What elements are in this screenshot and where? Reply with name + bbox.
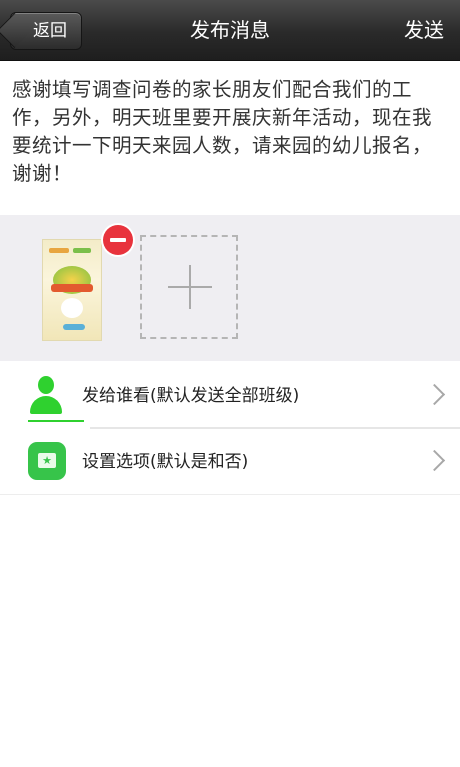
page-title: 发布消息 bbox=[190, 18, 270, 42]
photo-area bbox=[0, 215, 460, 361]
divider bbox=[90, 427, 460, 429]
settings-label: 设置选项(默认是和否) bbox=[82, 452, 249, 472]
recipients-label: 发给谁看(默认发送全部班级) bbox=[82, 386, 300, 406]
minus-circle-icon[interactable] bbox=[103, 225, 133, 255]
message-text[interactable]: 感谢填写调查问卷的家长朋友们配合我们的工作，另外，明天班里要开展庆新年活动，现在… bbox=[12, 76, 448, 188]
chevron-right-icon bbox=[423, 383, 446, 406]
nav-bar: 返回 发布消息 发送 bbox=[0, 0, 460, 61]
chevron-right-icon bbox=[423, 449, 446, 472]
settings-row[interactable]: ★ 设置选项(默认是和否) bbox=[0, 430, 460, 494]
settings-icon: ★ bbox=[28, 442, 66, 480]
divider bbox=[0, 494, 460, 495]
recipients-row[interactable]: 发给谁看(默认发送全部班级) bbox=[0, 364, 460, 428]
add-photo-button[interactable] bbox=[140, 235, 238, 339]
back-button-label: 返回 bbox=[33, 21, 67, 41]
send-button[interactable]: 发送 bbox=[404, 0, 444, 60]
attached-image-thumbnail[interactable] bbox=[42, 239, 102, 341]
back-button[interactable]: 返回 bbox=[0, 12, 82, 50]
person-icon bbox=[28, 376, 84, 422]
back-arrow-icon bbox=[0, 12, 33, 49]
